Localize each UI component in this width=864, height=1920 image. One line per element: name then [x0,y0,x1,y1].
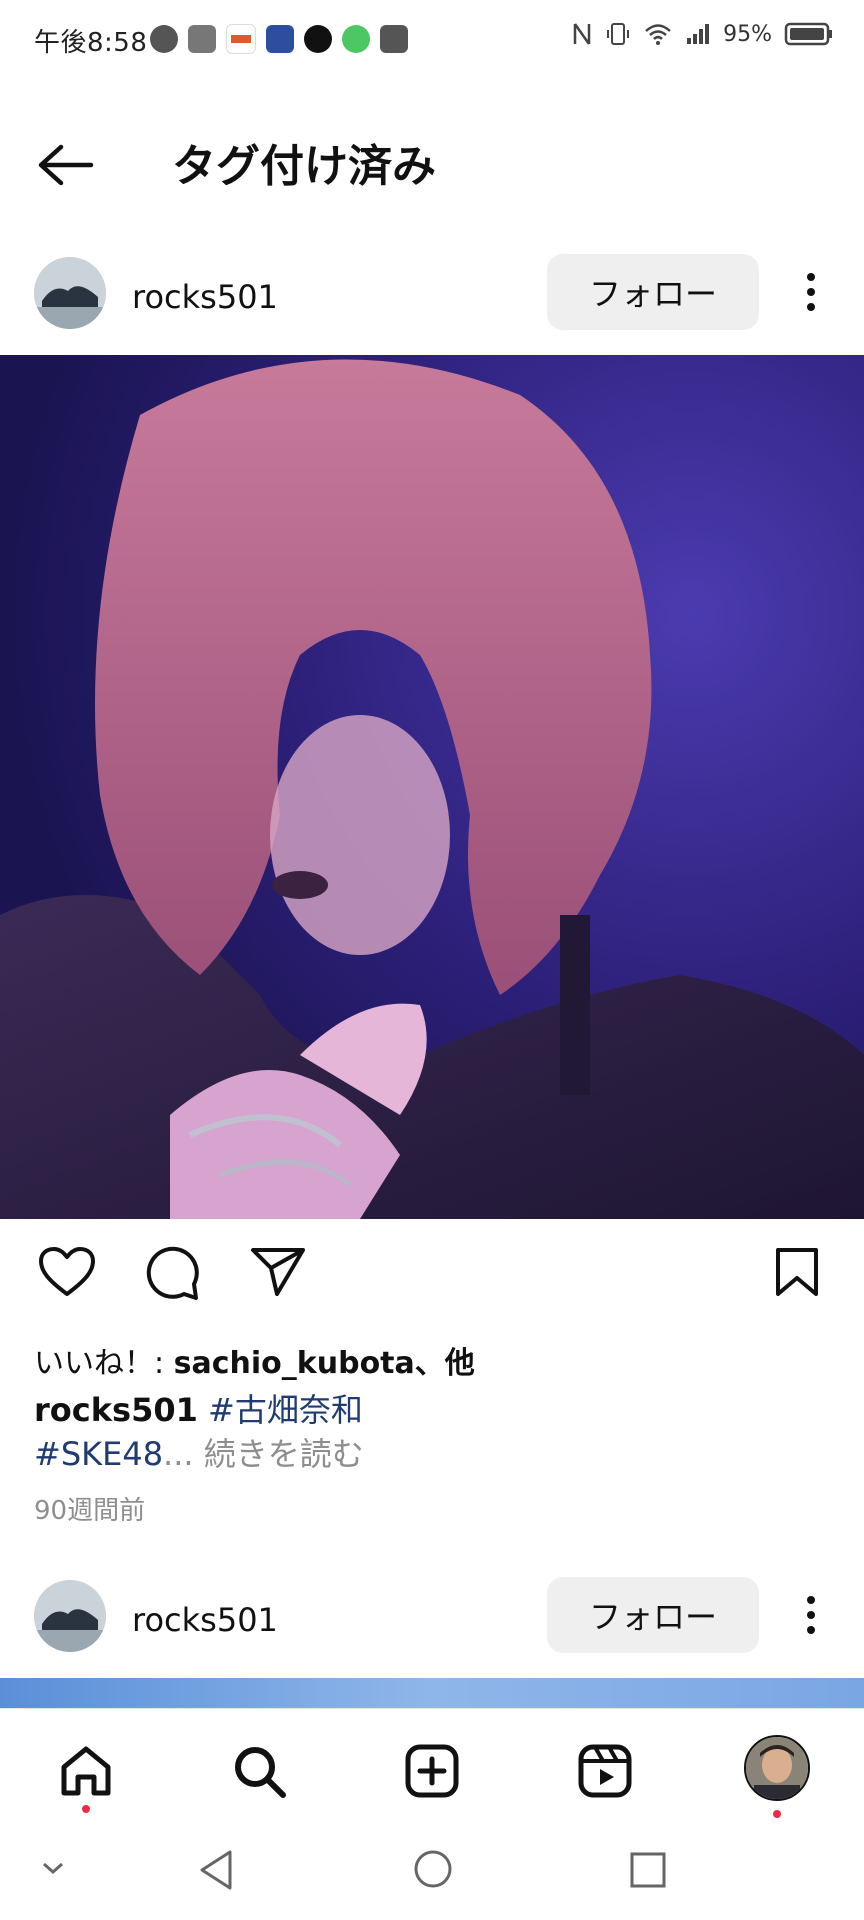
plus-square-icon [405,1744,459,1798]
caption-username[interactable]: rocks501 [34,1391,198,1429]
likes-suffix: 、他 [414,1346,475,1381]
comment-button[interactable] [142,1242,202,1302]
save-button[interactable] [767,1242,827,1302]
circle-notification-icon [150,25,178,53]
post-image[interactable] [0,355,864,1219]
likes-prefix: いいね！: [34,1346,174,1381]
search-icon [235,1747,286,1798]
circle-home-icon [414,1850,452,1888]
nav-home[interactable] [51,1736,121,1806]
back-button[interactable] [30,140,100,190]
post-author-username[interactable]: rocks501 [132,278,278,316]
more-vertical-icon [807,273,815,311]
read-more-link[interactable]: 続きを読む [204,1435,364,1473]
likes-text[interactable]: いいね！: sachio_kubota、他 [34,1338,475,1382]
status-time: 午後8:58 [34,28,148,58]
hashtag-link[interactable]: #SKE48 [34,1435,163,1473]
status-bar: 午後8:58 95% [0,0,864,80]
post-timestamp: 90週間前 [34,1496,146,1526]
post-author-avatar[interactable] [34,1580,106,1652]
nav-collapse-button[interactable] [38,1858,68,1882]
signal-icon [687,24,710,44]
square-recents-icon [630,1852,666,1888]
page-title: タグ付け済み [172,141,436,192]
system-back-button[interactable] [196,1848,236,1896]
battery-percent: 95% [723,21,772,47]
wifi-icon [645,24,671,45]
home-notification-dot [82,1805,90,1813]
share-button[interactable] [248,1242,308,1302]
line-icon [342,25,370,53]
post-author-avatar[interactable] [34,257,106,329]
profile-avatar [744,1735,810,1801]
post-options-button[interactable] [791,254,831,330]
system-recents-button[interactable] [628,1850,668,1894]
follow-button[interactable]: フォロー [547,254,759,330]
arrow-left-icon [38,144,94,186]
like-button[interactable] [37,1242,97,1302]
notification-icons [150,24,408,54]
nav-create[interactable] [397,1736,467,1806]
reels-icon [578,1744,632,1798]
chevron-down-icon [43,1862,63,1875]
post-image-partial[interactable] [0,1678,864,1708]
likes-user[interactable]: sachio_kubota [174,1346,415,1381]
news-app-icon [266,25,294,53]
battery-icon [784,22,832,46]
nav-reels[interactable] [570,1736,640,1806]
more-vertical-icon [807,1596,815,1634]
tiktok-icon [304,25,332,53]
home-icon [61,1746,111,1796]
heart-icon [39,1247,95,1296]
system-home-button[interactable] [412,1848,454,1894]
app-notification-icon [188,25,216,53]
bottom-navigation [0,1708,864,1829]
follow-button[interactable]: フォロー [547,1577,759,1653]
bookmark-icon [776,1248,818,1296]
caption-ellipsis: ... [163,1435,194,1473]
system-navigation-bar [0,1828,864,1920]
triangle-back-icon [200,1850,232,1890]
send-icon [251,1248,305,1296]
profile-notification-dot [773,1810,781,1818]
post-caption: rocks501 #古畑奈和 #SKE48... 続きを読む [34,1388,834,1476]
system-status: 95% [571,20,834,48]
post-author-username[interactable]: rocks501 [132,1601,278,1639]
vibrate-icon [607,23,630,45]
711-app-icon [226,24,256,54]
hashtag-link[interactable]: #古畑奈和 [208,1391,363,1429]
comment-icon [146,1246,199,1300]
youtube-icon [380,25,408,53]
nav-search[interactable] [224,1736,294,1806]
nfc-icon [573,23,591,45]
post-options-button[interactable] [791,1577,831,1653]
nav-profile[interactable] [742,1733,812,1803]
